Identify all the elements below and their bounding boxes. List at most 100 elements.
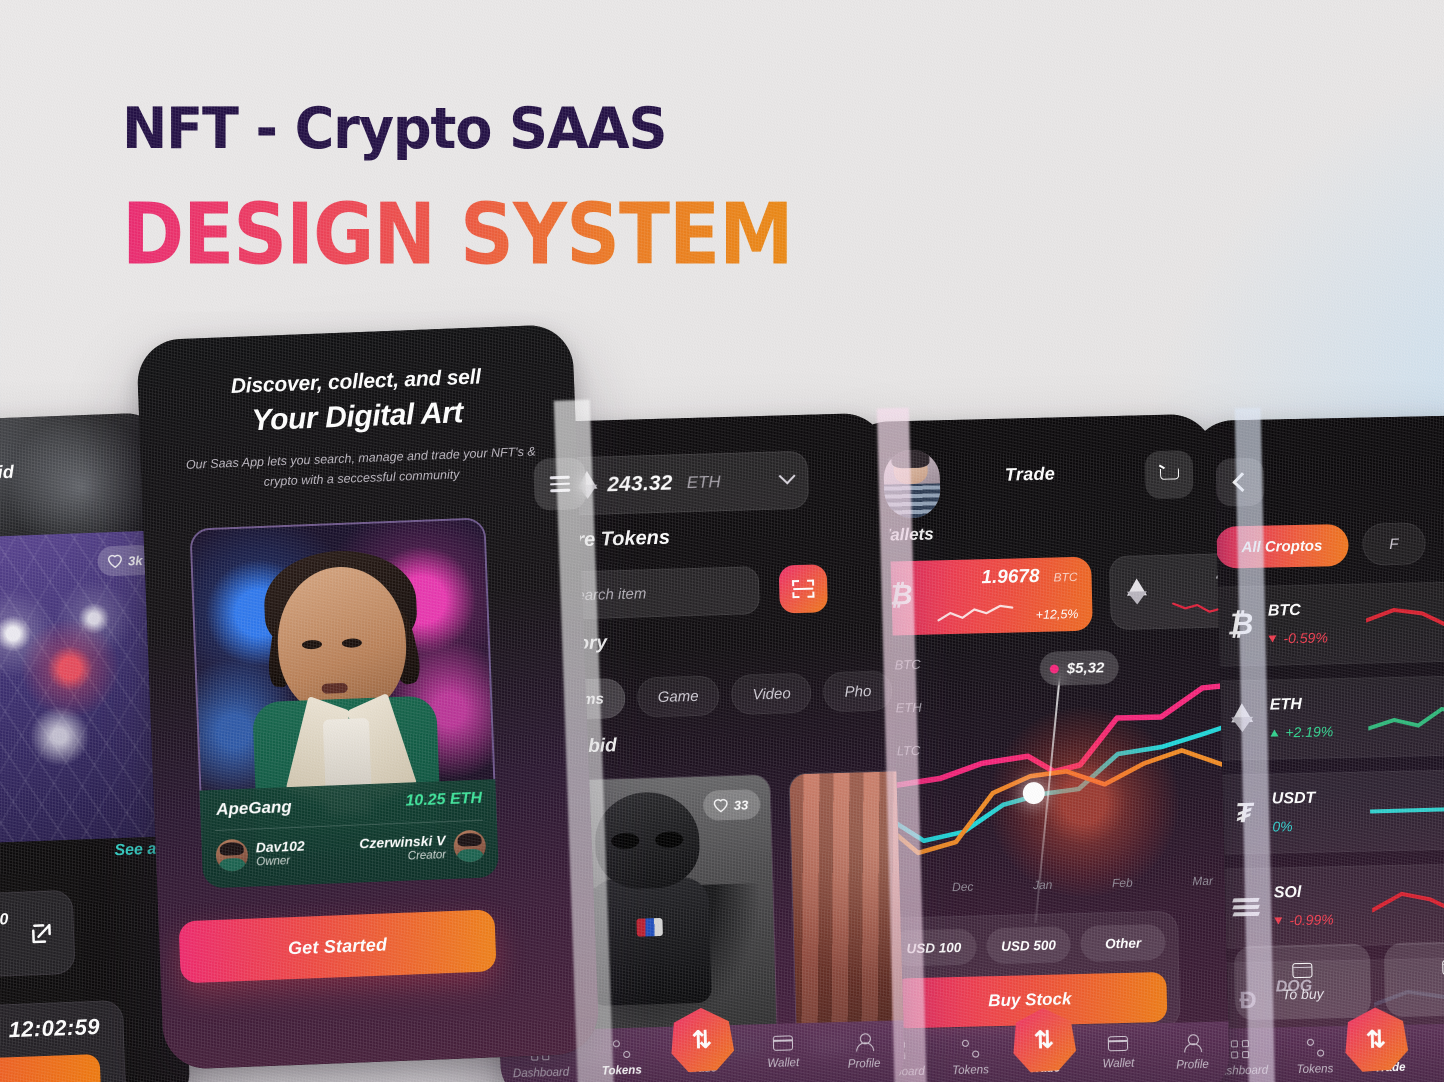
wallet-amount: 1.9678 [981,565,1040,589]
page-subtitle: DESIGN SYSTEM [122,184,794,284]
nav-label: Wallet [767,1057,800,1071]
coin-change: -0.99% [1274,911,1334,928]
collection-name: ni2000 [0,911,9,930]
filter-tab-all-croptos[interactable]: All Croptos [1215,523,1349,569]
nav-item-wallet[interactable]: Wallet [1427,1035,1444,1071]
owner-block[interactable]: Dav102 Owner [215,837,305,872]
balance-currency: ETH [686,472,721,493]
creator-block[interactable]: Czerwinski V Creator [359,829,487,867]
back-button[interactable] [1215,457,1265,507]
coin-row-btc[interactable]: ₿ BTC -0.59% [1204,580,1444,667]
action-label: To buy [1281,985,1324,1002]
wallet-card-eth[interactable]: 23.234 ETH -5,23% [1109,550,1231,631]
profile-icon [854,1033,872,1051]
bitcoin-icon: ₿ [1226,607,1254,642]
tokens-icon [1305,1038,1324,1057]
tooltip-value: $5,32 [1066,658,1105,677]
axis-tick: Feb [1111,875,1133,891]
ethereum-icon [1222,699,1263,740]
axis-tick: Jan [1032,877,1053,893]
filter-tab-list: All Croptos F [1215,522,1426,569]
ethereum-icon [1127,578,1148,608]
hamburger-menu-icon[interactable] [533,457,587,511]
tooltip-dot [1049,663,1059,674]
collection-row[interactable]: ni2000 am [0,889,76,981]
wallet-symbol: BTC [1053,569,1078,585]
card-icon [1292,962,1313,978]
nav-item-tokens[interactable]: Tokens [1277,1038,1353,1077]
coin-row-usdt[interactable]: ₮ USDT 0% [1208,768,1444,855]
coin-symbol: USDT [1271,789,1316,808]
nav-label: Dashboard [512,1066,570,1081]
wallet-card-list: ₿ 1.9678 BTC +12,5% 23.234 ETH -5,23% [873,550,1231,636]
nav-label: Wallet [1102,1057,1135,1071]
sparkline [1371,891,1444,920]
coin-change: +2.19% [1270,723,1333,740]
solana-icon [1226,887,1267,928]
chart-button[interactable]: Ch [1383,940,1444,1018]
sparkline [1367,697,1444,731]
nav-label: Tokens [1296,1063,1334,1077]
category-chip-game[interactable]: Game [636,675,721,718]
nav-label: Tokens [601,1064,642,1078]
nav-item-wallet[interactable]: Wallet [742,1035,824,1071]
coin-symbol: BTC [1267,601,1301,620]
chevron-down-icon[interactable] [778,467,796,485]
coin-row-sol[interactable]: SOl -0.99% [1210,862,1444,949]
category-chip-video[interactable]: Video [731,672,813,715]
dashboard-icon [1230,1040,1249,1059]
amount-option-usd500[interactable]: USD 500 [985,926,1072,965]
auction-timer-card: 12:02:59 [0,1000,127,1082]
balance-amount: 243.32 [606,471,674,497]
coin-change: -0.59% [1268,629,1328,646]
filter-tab-secondary[interactable]: F [1361,522,1426,566]
wallet-card-btc[interactable]: ₿ 1.9678 BTC +12,5% [873,556,1093,636]
to-buy-button[interactable]: To buy [1233,943,1372,1021]
wallet-icon [1107,1035,1129,1052]
avatar [453,829,487,863]
phone-mockup-onboarding: Discover, collect, and sell Your Digital… [136,323,600,1071]
nav-item-profile[interactable]: Profile [1155,1033,1230,1072]
swap-icon: ⇅ [1365,1025,1387,1054]
like-count: 33 [733,797,749,813]
back-arrow-icon [1232,472,1253,493]
category-chip-photo[interactable]: Pho [823,670,893,713]
external-link-icon[interactable] [27,917,58,948]
nav-label: Profile [1176,1058,1209,1072]
coin-row-eth[interactable]: ETH +2.19% [1206,674,1444,761]
nft-artwork [789,767,906,1025]
get-started-button[interactable]: Get Started [178,909,497,984]
amount-option-usd100[interactable]: USD 100 [891,928,977,967]
bid-button[interactable] [0,1053,102,1082]
heart-icon [107,554,122,569]
balance-selector[interactable]: 243.32 ETH [561,450,810,516]
owner-role: Owner [256,854,291,868]
avatar[interactable] [883,449,941,519]
axis-tick: Mar [1192,873,1214,889]
nft-card-info: ApeGang 10.25 ETH Dav102 Owner Czerwinsk… [199,779,500,889]
wallet-change: +12,5% [1035,606,1079,622]
nft-name: ApeGang [215,797,293,819]
scan-button[interactable] [778,564,828,614]
market-action-list: To buy Ch [1233,940,1444,1021]
legend-label: LTC [896,742,921,759]
nav-item-profile[interactable]: Profile [823,1032,905,1071]
wallet-icon [772,1035,793,1051]
axis-tick: Dec [951,879,974,895]
amount-option-other[interactable]: Other [1080,923,1166,962]
like-count: 3k [127,552,143,569]
cart-button[interactable] [1144,450,1194,500]
like-pill[interactable]: 33 [702,789,761,821]
tether-icon: ₮ [1235,796,1253,829]
chart-tooltip: $5,32 [1039,649,1119,686]
onboarding-subtitle: Our Saas App lets you search, manage and… [185,444,536,489]
place-bid-label[interactable]: Place Bid [0,462,14,486]
coin-symbol: SOl [1273,883,1302,902]
legend-label: BTC [894,656,921,673]
countdown-timer: 12:02:59 [8,1013,101,1043]
nav-item-tokens[interactable]: Tokens [933,1039,1008,1078]
heart-icon [713,799,728,813]
owner-name: Dav102 [255,837,305,855]
page-title: NFT - Crypto SAAS [122,96,667,162]
nav-item-wallet[interactable]: Wallet [1081,1035,1156,1071]
